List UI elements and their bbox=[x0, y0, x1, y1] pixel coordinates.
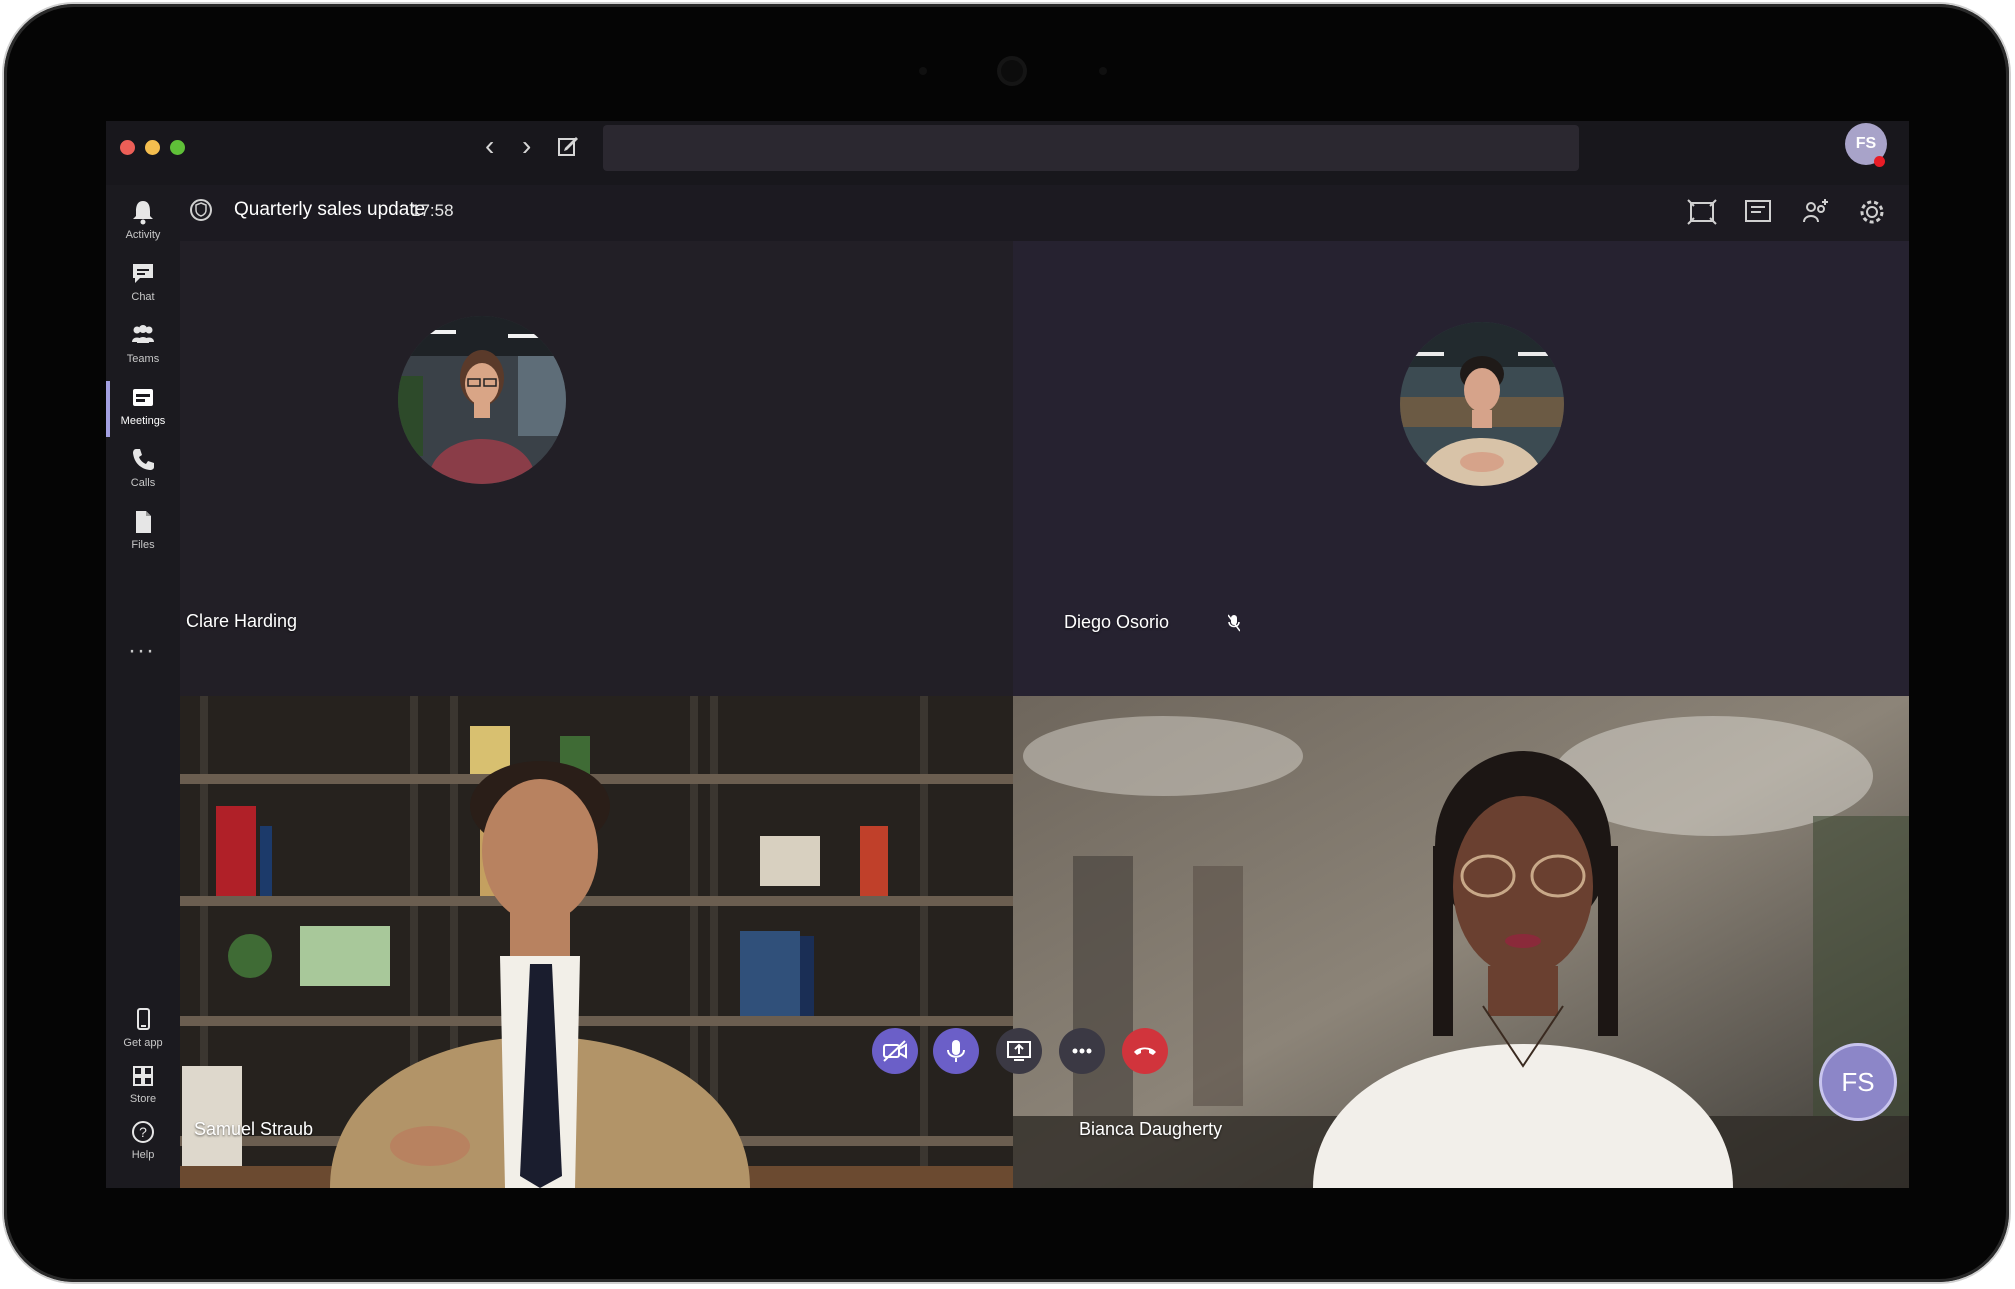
call-controls bbox=[872, 1028, 1172, 1078]
fullscreen-icon[interactable] bbox=[1685, 195, 1719, 229]
rail-item-label: Chat bbox=[131, 291, 155, 303]
participant-name: Diego Osorio bbox=[1064, 612, 1170, 632]
rail-item-label: Help bbox=[131, 1149, 155, 1161]
participant-video-circle bbox=[398, 316, 566, 484]
video-off-icon bbox=[883, 1040, 907, 1062]
title-bar: ‹ › FS bbox=[106, 121, 1909, 185]
rail-item-get-app[interactable]: Get app bbox=[106, 1001, 180, 1061]
rail-item-label: Teams bbox=[126, 353, 160, 365]
share-screen-button[interactable] bbox=[996, 1028, 1042, 1074]
toggle-mic-button[interactable] bbox=[933, 1028, 979, 1074]
back-button[interactable]: ‹ bbox=[485, 131, 494, 161]
rail-item-label: Calls bbox=[130, 477, 156, 489]
video-tile-samuel: Samuel Straub bbox=[180, 696, 1013, 1188]
maximize-window-button[interactable] bbox=[170, 140, 185, 155]
muted-mic-icon bbox=[1228, 614, 1240, 632]
rail-item-label: Activity bbox=[125, 229, 161, 241]
rail-item-help[interactable]: ? Help bbox=[106, 1113, 180, 1173]
participant-video bbox=[1013, 696, 1909, 1188]
gear-icon[interactable] bbox=[1855, 195, 1889, 229]
hang-up-button[interactable] bbox=[1122, 1028, 1168, 1074]
phone-device-icon bbox=[137, 1008, 150, 1030]
phone-icon bbox=[133, 449, 154, 470]
rail-item-label: Get app bbox=[123, 1037, 163, 1049]
rail-item-calls[interactable]: Calls bbox=[106, 441, 180, 501]
meeting-timer: 17:58 bbox=[411, 201, 454, 220]
participant-video bbox=[180, 696, 1013, 1188]
sensor-dot bbox=[1099, 67, 1107, 75]
video-tile-bianca: Bianca Daugherty bbox=[1013, 696, 1909, 1188]
calendar-icon bbox=[133, 389, 153, 406]
sensor-dot bbox=[919, 67, 927, 75]
self-view-avatar[interactable]: FS bbox=[1819, 1043, 1897, 1121]
participant-name: Samuel Straub bbox=[194, 1119, 314, 1139]
bell-icon bbox=[133, 201, 153, 225]
participants-icon[interactable] bbox=[1799, 195, 1833, 229]
participant-photo bbox=[1400, 322, 1564, 486]
rail-item-chat[interactable]: Chat bbox=[106, 255, 180, 315]
participant-video-circle bbox=[1400, 322, 1564, 486]
microphone-icon bbox=[947, 1040, 965, 1062]
video-tile-clare: Clare Harding bbox=[180, 241, 1013, 696]
compose-icon[interactable] bbox=[557, 135, 579, 157]
conversation-icon[interactable] bbox=[1741, 195, 1775, 229]
help-icon: ? bbox=[132, 1121, 154, 1143]
participant-name: Clare Harding bbox=[186, 611, 298, 631]
rail-item-label: Files bbox=[131, 539, 155, 551]
teams-window: ‹ › FS Activity Chat Teams Meetings Call… bbox=[106, 121, 1909, 1188]
participant-photo bbox=[398, 316, 566, 484]
chat-icon bbox=[133, 264, 153, 283]
camera-lens bbox=[997, 56, 1027, 86]
svg-text:?: ? bbox=[139, 1124, 147, 1140]
more-icon bbox=[1072, 1048, 1092, 1054]
store-icon bbox=[133, 1066, 153, 1086]
forward-button[interactable]: › bbox=[522, 131, 531, 161]
rail-item-store[interactable]: Store bbox=[106, 1057, 180, 1117]
teams-icon bbox=[132, 325, 154, 343]
rail-item-label: Store bbox=[129, 1093, 157, 1105]
app-rail: Activity Chat Teams Meetings Calls Files… bbox=[106, 185, 180, 1188]
rail-item-meetings[interactable]: Meetings bbox=[106, 379, 180, 439]
hang-up-icon bbox=[1134, 1047, 1156, 1055]
close-window-button[interactable] bbox=[120, 140, 135, 155]
more-apps-button[interactable]: ··· bbox=[128, 637, 155, 665]
minimize-window-button[interactable] bbox=[145, 140, 160, 155]
participant-name: Bianca Daugherty bbox=[1079, 1119, 1223, 1139]
meeting-header: Quarterly sales update 17:58 bbox=[180, 185, 1909, 241]
file-icon bbox=[136, 511, 151, 533]
rail-item-label: Meetings bbox=[120, 415, 166, 427]
video-tile-diego: Diego Osorio bbox=[1013, 241, 1909, 696]
toggle-video-button[interactable] bbox=[872, 1028, 918, 1074]
more-options-button[interactable] bbox=[1059, 1028, 1105, 1074]
page-title: Quarterly sales update bbox=[234, 199, 426, 220]
rail-item-activity[interactable]: Activity bbox=[106, 193, 180, 253]
search-input[interactable] bbox=[603, 125, 1579, 171]
shield-icon[interactable] bbox=[186, 195, 216, 225]
presence-status-badge bbox=[1874, 156, 1885, 167]
rail-item-teams[interactable]: Teams bbox=[106, 317, 180, 377]
share-screen-icon bbox=[1007, 1041, 1031, 1061]
rail-item-files[interactable]: Files bbox=[106, 503, 180, 563]
